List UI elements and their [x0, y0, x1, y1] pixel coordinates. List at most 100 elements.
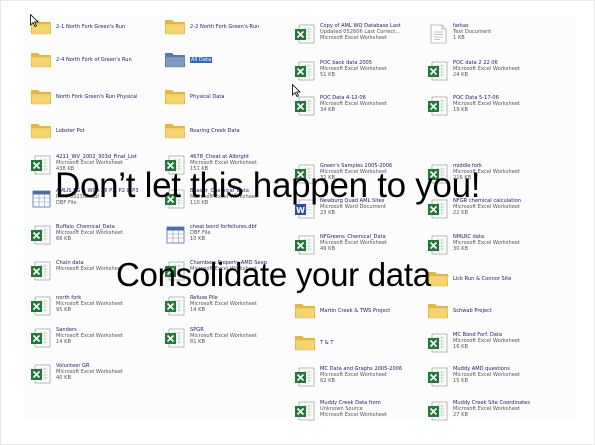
file-label: POC data 2 22 06 Microsoft Excel Workshee…	[453, 60, 520, 79]
file-label: Lobster Pot	[56, 120, 85, 134]
file-item-schwab-project[interactable]: Schwab Project	[427, 300, 492, 324]
svg-text:W: W	[296, 206, 305, 215]
file-item-spgr[interactable]: SPGR Microsoft Excel Worksheet 81 KB	[164, 327, 257, 351]
excel-file-icon	[294, 95, 316, 119]
folder-icon	[164, 86, 186, 110]
file-item-mc-bond-forf-data[interactable]: MC Bond Forf. Data Microsoft Excel Worksh…	[427, 332, 520, 356]
file-item-muddy-amd-questions[interactable]: Muddy AMD questions Microsoft Excel Works…	[427, 366, 520, 390]
excel-file-icon	[294, 366, 316, 390]
file-item-volunteer-gr[interactable]: Volunteer GR Microsoft Excel Worksheet 40 …	[30, 363, 123, 387]
file-item-nfgreens-chemical-data[interactable]: NFGreens_Chemical_Data Microsoft Excel Wo…	[294, 234, 387, 258]
file-item-poc-back-data-2005[interactable]: POC back data 2005 Microsoft Excel Worksh…	[294, 60, 387, 84]
file-detail: 16 KB	[453, 344, 468, 351]
file-label: Muddy AMD questions Microsoft Excel Works…	[453, 366, 520, 385]
file-item-green-s-samples-2005-2006[interactable]: Green's Samples 2005-2006 Microsoft Excel…	[294, 163, 392, 187]
file-detail: 62 KB	[320, 378, 335, 385]
file-detail: 24 KB	[453, 72, 468, 79]
file-item-nmlrc-data[interactable]: NMLRC data Microsoft Excel Worksheet 30 KB	[427, 234, 520, 258]
file-label: north fork Microsoft Excel Worksheet 95 KB	[56, 295, 123, 314]
file-item-physical-data[interactable]: Physical Data	[164, 86, 225, 110]
file-label: Refuse Pile Microsoft Excel Worksheet 14 K…	[190, 295, 257, 314]
file-item-north-fork[interactable]: north fork Microsoft Excel Worksheet 95 KB	[30, 295, 123, 319]
file-item-2-2-north-fork-green-s-run[interactable]: 2-2 North Fork Green's Run	[164, 16, 259, 40]
file-detail: 438 KB	[56, 166, 75, 173]
excel-file-icon	[164, 188, 186, 212]
file-detail: 30 KB	[453, 246, 468, 253]
file-label: NFGreens_Chemical_Data Microsoft Excel Wo…	[320, 234, 387, 253]
excel-file-icon	[427, 198, 449, 222]
file-detail: Microsoft Excel Worksheet	[190, 266, 257, 273]
file-item-2-4-north-fork-of-green-s-run[interactable]: 2-4 North Fork of Green's Run	[30, 49, 132, 73]
file-item-muddy-creek-site-coordinates[interactable]: Muddy Creek Site Coordinates Microsoft Ex…	[427, 400, 530, 424]
excel-file-icon	[294, 23, 316, 47]
file-label: Green's Samples 2005-2006 Microsoft Excel…	[320, 163, 392, 182]
file-item-beaver-chemical-data[interactable]: Beaver_Chemical_Data Microsoft Excel Work…	[164, 188, 257, 212]
excel-file-icon	[427, 366, 449, 390]
file-label: POC Data 5-17-06 Microsoft Excel Workshee…	[453, 95, 520, 114]
file-item-martin-creek-tws-project[interactable]: Martin Creek & TWS Project	[294, 300, 390, 324]
file-item-mc-data-and-graphs-2005-2006[interactable]: MC Data and Graphs 2005-2006 Microsoft Ex…	[294, 366, 402, 390]
file-label: Volunteer GR Microsoft Excel Worksheet 40 …	[56, 363, 123, 382]
file-detail: 66 KB	[56, 236, 71, 243]
file-label: Schwab Project	[453, 300, 492, 314]
file-label: NFGR chemical calculation Microsoft Excel…	[453, 198, 521, 217]
folder-view-screenshot: 2-1 North Fork Green's Run 2-2 North For…	[24, 16, 576, 421]
file-item-cheat-bond-forfeitures-dbf[interactable]: cheat bond forfeitures.dbf DBF File 10 KB	[164, 224, 257, 248]
file-item-t-t[interactable]: T & T	[294, 332, 333, 356]
file-item-4211-wv-2002-303d-final-list[interactable]: 4211_WV_2002_303d_Final_List Microsoft Ex…	[30, 154, 137, 178]
file-detail: 81 KB	[190, 339, 205, 346]
file-item-muddy-creek-data-from[interactable]: Muddy Creek Data from Unknown Source Micro…	[294, 400, 387, 424]
file-item-lick-run-connor-site[interactable]: Lick Run & Connor Site	[427, 268, 511, 292]
file-label: Muddy Creek Site Coordinates Microsoft Ex…	[453, 400, 530, 419]
file-item-copy-of-aml-wq-database-last[interactable]: Copy of AML WQ Database Last Updated 0526…	[294, 23, 401, 47]
file-label: NMLRC data Microsoft Excel Worksheet 30 KB	[453, 234, 520, 253]
file-label: SPGR Microsoft Excel Worksheet 81 KB	[190, 327, 257, 346]
file-item-farkas[interactable]: farkas Text Document 1 KB	[427, 23, 491, 47]
file-label: MC Bond Forf. Data Microsoft Excel Worksh…	[453, 332, 520, 351]
file-name: Schwab Project	[453, 308, 492, 314]
file-item-chain-data[interactable]: Chain data Microsoft Excel Worksheet	[30, 260, 123, 284]
excel-file-icon	[427, 95, 449, 119]
folder-icon	[164, 49, 186, 73]
file-item-lobster-pot[interactable]: Lobster Pot	[30, 120, 85, 144]
file-item-roaring-creek-data[interactable]: Roaring Creek Data	[164, 120, 240, 144]
file-name: Physical Data	[190, 94, 225, 100]
file-label: Sanders Microsoft Excel Worksheet 14 KB	[56, 327, 123, 346]
excel-file-icon	[294, 163, 316, 187]
file-item-poc-data-4-12-06[interactable]: POC Data 4-12-06 Microsoft Excel Workshee…	[294, 95, 387, 119]
file-name: Lick Run & Connor Site	[453, 276, 512, 282]
excel-file-icon	[30, 363, 52, 387]
file-item-2-1-north-fork-green-s-run[interactable]: 2-1 North Fork Green's Run	[30, 16, 125, 40]
file-item-poc-data-5-17-06[interactable]: POC Data 5-17-06 Microsoft Excel Workshee…	[427, 95, 520, 119]
file-label: North Fork Green's Run Physical	[56, 86, 138, 100]
file-item-all-data[interactable]: All Data	[164, 49, 213, 73]
excel-file-icon	[164, 295, 186, 319]
file-detail: 110 KB	[190, 200, 209, 207]
file-label: POC Data 4-12-06 Microsoft Excel Workshee…	[320, 95, 387, 114]
file-item-chambers-property-amd-seep[interactable]: Chambers Property AMD Seep Microsoft Exce…	[164, 260, 267, 284]
file-label: AMLIS SG & WCA All P1, P2 & P3 Data 03230…	[56, 188, 138, 207]
file-item-sanders[interactable]: Sanders Microsoft Excel Worksheet 14 KB	[30, 327, 123, 351]
file-label: Roaring Creek Data	[190, 120, 240, 134]
file-detail: Microsoft Excel Worksheet	[56, 266, 123, 273]
file-item-poc-data-2-22-06[interactable]: POC data 2 22 06 Microsoft Excel Workshee…	[427, 60, 520, 84]
word-file-icon: W	[294, 198, 316, 222]
file-name: Lobster Pot	[56, 128, 85, 134]
file-detail: Microsoft Excel Worksheet	[320, 35, 387, 42]
mouse-pointer-icon	[30, 14, 39, 27]
file-detail: 19 KB	[453, 107, 468, 114]
file-label: 4211_WV_2002_303d_Final_List Microsoft Ex…	[56, 154, 137, 173]
file-detail: 22 KB	[453, 210, 468, 217]
file-item-newburg-quad-aml-sites[interactable]: W Newburg Quad AML Sites Microsoft Word Do…	[294, 198, 386, 222]
file-item-refuse-pile[interactable]: Refuse Pile Microsoft Excel Worksheet 14 K…	[164, 295, 257, 319]
file-item-middle-fork[interactable]: middle fork Microsoft Excel Worksheet 216 …	[427, 163, 520, 187]
file-item-north-fork-green-s-run-physical[interactable]: North Fork Green's Run Physical	[30, 86, 138, 110]
file-detail: 49 KB	[320, 246, 335, 253]
file-item-amlis-sg-wca-all-p1-p2-p3[interactable]: AMLIS SG & WCA All P1, P2 & P3 Data 03230…	[30, 188, 138, 212]
excel-file-icon	[294, 60, 316, 84]
file-item-4678-cheat-at-albright[interactable]: 4678_Cheat at Albright Microsoft Excel Wo…	[164, 154, 257, 178]
file-item-nfgr-chemical-calculation[interactable]: NFGR chemical calculation Microsoft Excel…	[427, 198, 521, 222]
file-detail: 27 KB	[453, 412, 468, 419]
file-item-buffalo-chemical-data[interactable]: Buffalo_Chemical_Data Microsoft Excel Wor…	[30, 224, 123, 248]
file-label: Lick Run & Connor Site	[453, 268, 511, 282]
